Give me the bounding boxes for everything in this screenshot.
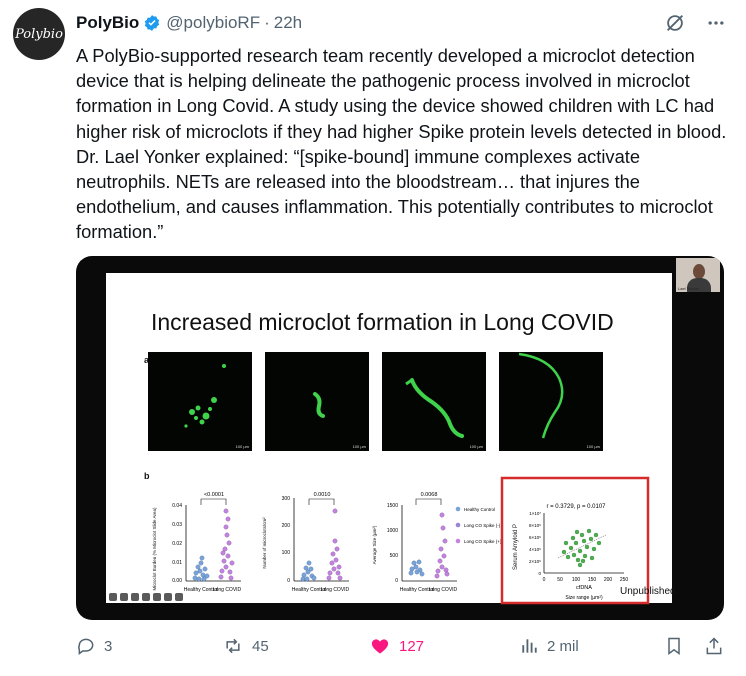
slide-toolbar [109,593,183,601]
scatter-ytick: 2×10⁶ [529,559,541,564]
scale-bar-label: 100 µm [352,444,366,449]
bookmark-icon [668,637,680,655]
scatter-ytick: 0 [538,571,541,576]
plot-2-ytick: 0 [287,578,290,584]
plot-2-ytick: 300 [282,496,291,502]
count-plot: Number of microclots/cm² 300 200 100 0 0… [262,492,350,593]
author-name[interactable]: PolyBio [76,13,139,33]
share-icon [706,637,722,655]
scale-bar-label: 100 µm [235,444,249,449]
plot-3-ytick: 0 [395,578,398,584]
presentation-slide: Increased microclot formation in Long CO… [106,273,676,605]
scatter-ytick: 8×10⁶ [529,523,541,528]
more-options-icon[interactable] [706,13,726,33]
legend-item: Long CO Spike (+) [464,539,502,544]
scatter-ytick: 6×10⁶ [529,535,541,540]
toolbar-icon [164,593,172,601]
plot-1-ytick: 0.00 [172,578,182,584]
scatter-xlabel: cfDNA [576,585,592,591]
micrograph-4: 100 µm [499,352,603,451]
panel-b-graphs: Microclot Burden (% Microclot Slide Area… [152,476,650,605]
grok-icon[interactable] [664,12,686,34]
toolbar-icon [131,593,139,601]
plot-3-xlabel: Long COVID [429,587,458,593]
plot-1-ytick: 0.01 [172,560,182,566]
scale-bar-label: 100 µm [586,444,600,449]
separator-dot: · [264,13,270,32]
burden-plot: Microclot Burden (% Microclot Slide Area… [152,492,242,593]
scatter-xtick: 200 [604,577,613,583]
avatar-text: Polybio [15,26,63,42]
scatter-xtick: 250 [620,577,629,583]
plot-2-xlabel: Long COVID [321,587,350,593]
micrograph-2: 100 µm [265,352,369,451]
unpublished-label: Unpublished [620,586,676,597]
plot-1-ytick: 0.02 [172,541,182,547]
plot-1-ytick: 0.04 [172,503,182,509]
presenter-video: Lael Yonker [676,258,720,292]
size-plot: Average Size (µm²) 1500 1000 500 0 0.006… [372,492,458,593]
author-handle[interactable]: @polybioRF [166,13,260,33]
reply-icon [78,638,94,655]
repost-icon [226,638,240,654]
scatter-panel: r = 0.3729, p = 0.0107 Serum Amyloid P 1… [500,476,650,605]
bookmark-button[interactable] [664,636,684,656]
tweet-header: PolyBio @polybioRF · 22h [76,13,302,33]
header-actions [664,12,726,34]
scale-bar-label: 100 µm [469,444,483,449]
like-count: 127 [399,637,425,655]
views-button[interactable]: 2 mil [519,636,579,656]
scatter-xtick: 150 [588,577,597,583]
plot-2-pvalue: 0.0010 [314,492,331,498]
plot-legend: Healthy Control Long CO Spike (-) Long C… [455,506,502,544]
plot-1-ytick: 0.03 [172,522,182,528]
reply-button[interactable]: 3 [76,636,112,656]
repost-button[interactable]: 45 [222,636,269,656]
plot-3-pvalue: 0.0068 [421,492,438,498]
presenter-caption: Lael Yonker [678,286,699,291]
plot-2-ytick: 100 [282,550,291,556]
plot-1-xlabel: Long COVID [213,587,242,593]
scatter-ylabel: Serum Amyloid P [513,524,519,570]
scatter-ytick: 1×10⁷ [529,511,541,516]
scatter-xlabel-2: Size range (µm²) [565,595,603,601]
like-button[interactable]: 127 [369,636,424,656]
plot-2-ytick: 200 [282,523,291,529]
micrograph-3: 100 µm [382,352,486,451]
toolbar-icon [120,593,128,601]
plot-3-ylabel: Average Size (µm²) [372,525,377,564]
slide-title: Increased microclot formation in Long CO… [151,309,614,335]
scatter-xtick: 50 [557,577,563,583]
plot-1-ylabel: Microclot Burden (% Microclot Slide Area… [152,507,157,591]
views-icon [522,639,537,653]
heart-icon [371,639,389,654]
scatter-xtick: 100 [572,577,581,583]
plot-2-ylabel: Number of microclots/cm² [262,517,267,569]
scatter-stat: r = 0.3729, p = 0.0107 [546,504,606,510]
toolbar-icon [142,593,150,601]
action-bar: 3 45 127 2 mil [76,636,728,662]
tweet-media[interactable]: Increased microclot formation in Long CO… [76,256,724,620]
toolbar-icon [175,593,183,601]
micrograph-1: 100 µm [148,352,252,451]
highlight-box [500,476,650,605]
toolbar-icon [109,593,117,601]
scatter-ytick: 4×10⁶ [529,547,541,552]
plot-3-ytick: 1000 [387,528,398,534]
repost-count: 45 [252,637,269,655]
plot-1-pvalue: <0.0001 [204,492,224,498]
reply-count: 3 [104,637,113,655]
scatter-xtick: 0 [543,577,546,583]
legend-item: Healthy Control [464,507,495,512]
plot-3-ytick: 1500 [387,503,398,509]
views-count: 2 mil [547,637,579,655]
verified-badge-icon [143,14,161,32]
timestamp[interactable]: 22h [274,13,302,33]
legend-item: Long CO Spike (-) [464,523,501,528]
share-button[interactable] [704,636,724,656]
plot-3-ytick: 500 [390,553,399,559]
toolbar-icon [153,593,161,601]
avatar[interactable]: Polybio [13,8,65,60]
tweet-text: A PolyBio-supported research team recent… [76,45,732,243]
